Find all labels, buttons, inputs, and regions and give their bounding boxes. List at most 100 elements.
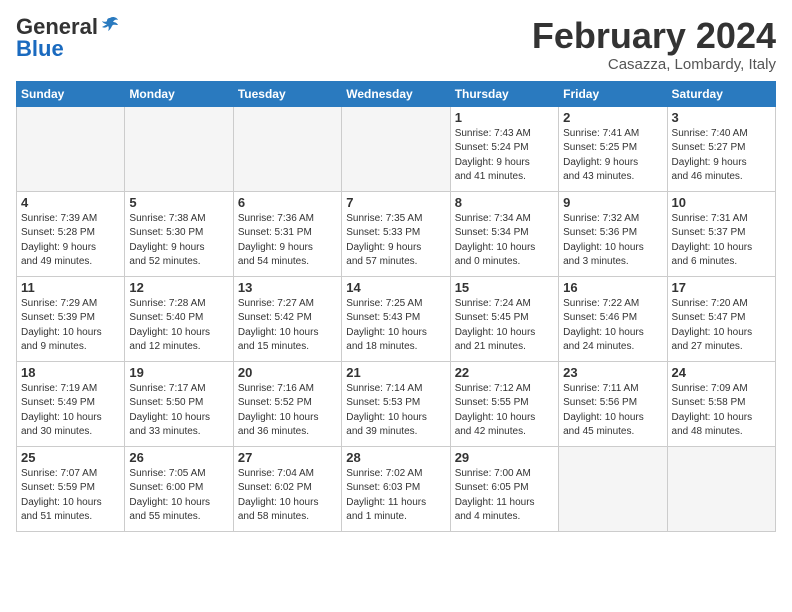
col-header-friday: Friday	[559, 81, 667, 106]
calendar-cell: 11 Sunrise: 7:29 AM Sunset: 5:39 PM Dayli…	[17, 276, 125, 361]
calendar-cell	[667, 446, 775, 531]
day-info: Sunrise: 7:05 AM Sunset: 6:00 PM Dayligh…	[129, 467, 228, 525]
day-number: 8	[455, 195, 554, 210]
calendar-cell: 28 Sunrise: 7:02 AM Sunset: 6:03 PM Dayli…	[342, 446, 450, 531]
calendar-cell: 20 Sunrise: 7:16 AM Sunset: 5:52 PM Dayli…	[233, 361, 341, 446]
day-info: Sunrise: 7:12 AM Sunset: 5:55 PM Dayligh…	[455, 382, 554, 440]
day-number: 22	[455, 365, 554, 380]
calendar-cell: 7 Sunrise: 7:35 AM Sunset: 5:33 PM Daylig…	[342, 191, 450, 276]
calendar-cell: 2Sunrise: 7:41 AM Sunset: 5:25 PM Daylig…	[559, 106, 667, 191]
day-info: Sunrise: 7:00 AM Sunset: 6:05 PM Dayligh…	[455, 467, 554, 525]
day-number: 4	[21, 195, 120, 210]
calendar-cell: 4 Sunrise: 7:39 AM Sunset: 5:28 PM Daylig…	[17, 191, 125, 276]
col-header-tuesday: Tuesday	[233, 81, 341, 106]
day-number: 23	[563, 365, 662, 380]
day-info: Sunrise: 7:02 AM Sunset: 6:03 PM Dayligh…	[346, 467, 445, 525]
day-info: Sunrise: 7:28 AM Sunset: 5:40 PM Dayligh…	[129, 297, 228, 355]
day-info: Sunrise: 7:17 AM Sunset: 5:50 PM Dayligh…	[129, 382, 228, 440]
day-info: Sunrise: 7:31 AM Sunset: 5:37 PM Dayligh…	[672, 212, 771, 270]
calendar-cell: 23 Sunrise: 7:11 AM Sunset: 5:56 PM Dayli…	[559, 361, 667, 446]
day-number: 17	[672, 280, 771, 295]
calendar-cell: 16 Sunrise: 7:22 AM Sunset: 5:46 PM Dayli…	[559, 276, 667, 361]
calendar-cell: 25Sunrise: 7:07 AM Sunset: 5:59 PM Dayli…	[17, 446, 125, 531]
day-info: Sunrise: 7:25 AM Sunset: 5:43 PM Dayligh…	[346, 297, 445, 355]
calendar-cell	[17, 106, 125, 191]
month-year-title: February 2024	[532, 16, 776, 56]
day-info: Sunrise: 7:04 AM Sunset: 6:02 PM Dayligh…	[238, 467, 337, 525]
title-area: February 2024 Casazza, Lombardy, Italy	[532, 16, 776, 73]
week-row: 4 Sunrise: 7:39 AM Sunset: 5:28 PM Daylig…	[17, 191, 776, 276]
location-subtitle: Casazza, Lombardy, Italy	[532, 56, 776, 73]
calendar-cell: 29Sunrise: 7:00 AM Sunset: 6:05 PM Dayli…	[450, 446, 558, 531]
day-info: Sunrise: 7:34 AM Sunset: 5:34 PM Dayligh…	[455, 212, 554, 270]
calendar-cell: 12 Sunrise: 7:28 AM Sunset: 5:40 PM Dayli…	[125, 276, 233, 361]
calendar-cell: 24Sunrise: 7:09 AM Sunset: 5:58 PM Dayli…	[667, 361, 775, 446]
day-number: 16	[563, 280, 662, 295]
calendar-cell: 26Sunrise: 7:05 AM Sunset: 6:00 PM Dayli…	[125, 446, 233, 531]
calendar-cell: 22 Sunrise: 7:12 AM Sunset: 5:55 PM Dayli…	[450, 361, 558, 446]
logo-bird-icon	[100, 15, 120, 35]
day-info: Sunrise: 7:32 AM Sunset: 5:36 PM Dayligh…	[563, 212, 662, 270]
day-info: Sunrise: 7:11 AM Sunset: 5:56 PM Dayligh…	[563, 382, 662, 440]
week-row: 1 Sunrise: 7:43 AM Sunset: 5:24 PM Daylig…	[17, 106, 776, 191]
calendar-cell: 8 Sunrise: 7:34 AM Sunset: 5:34 PM Daylig…	[450, 191, 558, 276]
col-header-thursday: Thursday	[450, 81, 558, 106]
day-info: Sunrise: 7:16 AM Sunset: 5:52 PM Dayligh…	[238, 382, 337, 440]
calendar-cell: 13 Sunrise: 7:27 AM Sunset: 5:42 PM Dayli…	[233, 276, 341, 361]
calendar-cell	[125, 106, 233, 191]
calendar-cell: 6 Sunrise: 7:36 AM Sunset: 5:31 PM Daylig…	[233, 191, 341, 276]
calendar-cell: 1 Sunrise: 7:43 AM Sunset: 5:24 PM Daylig…	[450, 106, 558, 191]
day-info: Sunrise: 7:36 AM Sunset: 5:31 PM Dayligh…	[238, 212, 337, 270]
day-info: Sunrise: 7:35 AM Sunset: 5:33 PM Dayligh…	[346, 212, 445, 270]
day-number: 13	[238, 280, 337, 295]
day-number: 14	[346, 280, 445, 295]
col-header-monday: Monday	[125, 81, 233, 106]
col-header-wednesday: Wednesday	[342, 81, 450, 106]
day-number: 20	[238, 365, 337, 380]
calendar-cell: 14 Sunrise: 7:25 AM Sunset: 5:43 PM Dayli…	[342, 276, 450, 361]
logo: General Blue	[16, 16, 120, 60]
day-info: Sunrise: 7:43 AM Sunset: 5:24 PM Dayligh…	[455, 127, 554, 185]
calendar-cell: 9 Sunrise: 7:32 AM Sunset: 5:36 PM Daylig…	[559, 191, 667, 276]
calendar-table: SundayMondayTuesdayWednesdayThursdayFrid…	[16, 81, 776, 532]
day-number: 21	[346, 365, 445, 380]
day-number: 15	[455, 280, 554, 295]
calendar-cell	[559, 446, 667, 531]
day-info: Sunrise: 7:20 AM Sunset: 5:47 PM Dayligh…	[672, 297, 771, 355]
calendar-cell: 15Sunrise: 7:24 AM Sunset: 5:45 PM Dayli…	[450, 276, 558, 361]
col-header-saturday: Saturday	[667, 81, 775, 106]
calendar-cell: 27 Sunrise: 7:04 AM Sunset: 6:02 PM Dayli…	[233, 446, 341, 531]
day-number: 27	[238, 450, 337, 465]
header-row: SundayMondayTuesdayWednesdayThursdayFrid…	[17, 81, 776, 106]
day-number: 10	[672, 195, 771, 210]
calendar-cell	[233, 106, 341, 191]
logo-general-text: General	[16, 16, 98, 38]
week-row: 25Sunrise: 7:07 AM Sunset: 5:59 PM Dayli…	[17, 446, 776, 531]
day-info: Sunrise: 7:07 AM Sunset: 5:59 PM Dayligh…	[21, 467, 120, 525]
day-info: Sunrise: 7:22 AM Sunset: 5:46 PM Dayligh…	[563, 297, 662, 355]
page-header: General Blue February 2024 Casazza, Lomb…	[16, 16, 776, 73]
day-info: Sunrise: 7:39 AM Sunset: 5:28 PM Dayligh…	[21, 212, 120, 270]
calendar-cell: 3Sunrise: 7:40 AM Sunset: 5:27 PM Daylig…	[667, 106, 775, 191]
day-info: Sunrise: 7:27 AM Sunset: 5:42 PM Dayligh…	[238, 297, 337, 355]
day-number: 2	[563, 110, 662, 125]
day-number: 9	[563, 195, 662, 210]
day-number: 11	[21, 280, 120, 295]
day-info: Sunrise: 7:19 AM Sunset: 5:49 PM Dayligh…	[21, 382, 120, 440]
day-info: Sunrise: 7:29 AM Sunset: 5:39 PM Dayligh…	[21, 297, 120, 355]
calendar-cell: 10 Sunrise: 7:31 AM Sunset: 5:37 PM Dayli…	[667, 191, 775, 276]
day-number: 12	[129, 280, 228, 295]
day-number: 24	[672, 365, 771, 380]
day-number: 19	[129, 365, 228, 380]
day-number: 6	[238, 195, 337, 210]
calendar-cell	[342, 106, 450, 191]
week-row: 18Sunrise: 7:19 AM Sunset: 5:49 PM Dayli…	[17, 361, 776, 446]
calendar-cell: 18Sunrise: 7:19 AM Sunset: 5:49 PM Dayli…	[17, 361, 125, 446]
day-info: Sunrise: 7:14 AM Sunset: 5:53 PM Dayligh…	[346, 382, 445, 440]
day-number: 28	[346, 450, 445, 465]
day-info: Sunrise: 7:40 AM Sunset: 5:27 PM Dayligh…	[672, 127, 771, 185]
day-number: 5	[129, 195, 228, 210]
day-info: Sunrise: 7:38 AM Sunset: 5:30 PM Dayligh…	[129, 212, 228, 270]
day-number: 1	[455, 110, 554, 125]
day-number: 7	[346, 195, 445, 210]
